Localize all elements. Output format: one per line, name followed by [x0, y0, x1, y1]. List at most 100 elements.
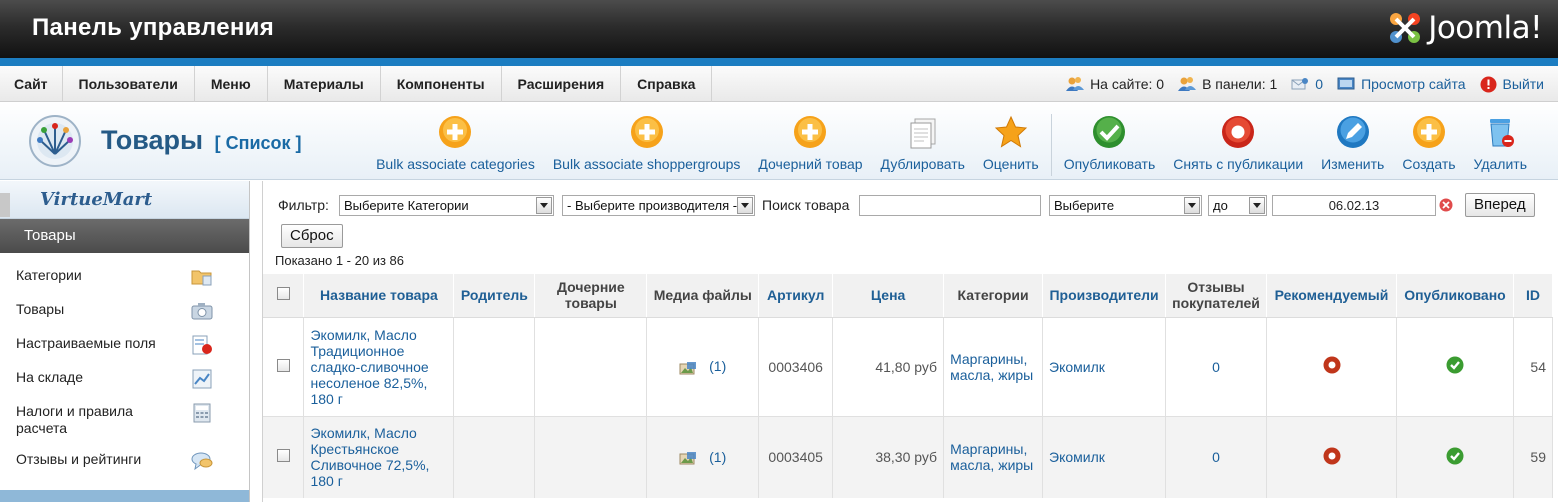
results-count: Показано 1 - 20 из 86: [275, 253, 404, 268]
col-name[interactable]: Название товара: [303, 274, 455, 318]
sidebar-item-custom-fields[interactable]: Настраиваемые поля: [0, 335, 249, 355]
duplicate-button[interactable]: Дублировать: [872, 114, 974, 176]
category-select[interactable]: Выберите Категории: [339, 195, 554, 216]
sidebar-next-section[interactable]: [0, 490, 249, 502]
category-link[interactable]: Маргарины, масла, жиры: [950, 441, 1033, 473]
folder-icon: [191, 270, 212, 286]
sku-cell: 0003405: [758, 416, 834, 498]
sidebar-item-reviews[interactable]: Отзывы и рейтинги: [0, 451, 249, 471]
check-icon: [1093, 116, 1126, 148]
date-range-select[interactable]: до: [1208, 195, 1267, 216]
product-name-link[interactable]: Экомилк, Масло Крестьянское Сливочное 72…: [310, 425, 429, 489]
sidebar-section-products[interactable]: Товары: [0, 219, 249, 253]
row-checkbox[interactable]: [276, 358, 290, 372]
on-site-text: На сайте: 0: [1090, 76, 1165, 92]
sidebar-item-stock[interactable]: На складе: [0, 369, 249, 389]
manufacturer-select-value: - Выберите производителя -: [567, 198, 738, 213]
col-manufacturers[interactable]: Производители: [1042, 274, 1167, 318]
menu-menus[interactable]: Меню: [195, 66, 268, 102]
id-cell: 59: [1513, 416, 1554, 498]
search-input[interactable]: [859, 195, 1041, 216]
manufacturer-link[interactable]: Экомилк: [1049, 449, 1105, 465]
rate-button[interactable]: Оценить: [974, 114, 1048, 176]
published-toggle-icon[interactable]: [1446, 356, 1464, 374]
published-toggle-icon[interactable]: [1446, 447, 1464, 465]
trash-icon: [1490, 119, 1515, 147]
select-all-cell: [263, 274, 305, 318]
col-parent[interactable]: Родитель: [453, 274, 536, 318]
virtuemart-product-icon: [29, 115, 81, 167]
reviews-link[interactable]: 0: [1212, 359, 1220, 375]
media-count-link[interactable]: (1): [709, 449, 726, 465]
col-id[interactable]: ID: [1513, 274, 1554, 318]
menu-site[interactable]: Сайт: [0, 66, 63, 102]
row-checkbox[interactable]: [276, 449, 290, 463]
category-link[interactable]: Маргарины, масла, жиры: [950, 351, 1033, 383]
virtuemart-logo: VirtueMart: [0, 181, 249, 219]
menu-extensions[interactable]: Расширения: [502, 66, 622, 102]
page-title-text: Товары: [101, 125, 204, 155]
reset-button[interactable]: Сброс: [281, 224, 343, 248]
sidebar-item-label: Категории: [16, 267, 82, 283]
joomla-logo-text: Joomla!: [1428, 10, 1542, 46]
messages-status[interactable]: 0: [1291, 76, 1323, 92]
fields-icon: [192, 335, 212, 355]
date-input[interactable]: 06.02.13: [1272, 195, 1436, 216]
logout-link[interactable]: Выйти: [1480, 76, 1544, 93]
bulk-categories-button[interactable]: Bulk associate categories: [367, 114, 544, 176]
media-cell: (1): [646, 317, 760, 417]
go-button[interactable]: Вперед: [1465, 193, 1535, 217]
menu-users[interactable]: Пользователи: [63, 66, 195, 102]
category-cell: Маргарины, масла, жиры: [943, 416, 1044, 498]
date-filter-select[interactable]: Выберите: [1049, 195, 1202, 216]
child-product-button[interactable]: Дочерний товар: [749, 114, 871, 176]
menu-content[interactable]: Материалы: [268, 66, 381, 102]
plus-icon: [1412, 116, 1445, 148]
pencil-icon: [1336, 116, 1369, 148]
view-site-text: Просмотр сайта: [1361, 76, 1466, 92]
edit-button[interactable]: Изменить: [1312, 114, 1393, 176]
chevron-down-icon: [737, 197, 753, 214]
admins-online-icon: [1178, 77, 1197, 91]
sidebar-item-taxes[interactable]: Налоги и правила расчета: [0, 403, 249, 437]
featured-toggle-icon[interactable]: [1323, 356, 1341, 374]
publish-button[interactable]: Опубликовать: [1055, 114, 1165, 176]
sidebar-item-categories[interactable]: Категории: [0, 267, 249, 287]
menu-components[interactable]: Компоненты: [381, 66, 502, 102]
sidebar-item-products[interactable]: Товары: [0, 301, 249, 321]
col-featured[interactable]: Рекомендуемый: [1266, 274, 1397, 318]
date-range-select-value: до: [1213, 198, 1228, 213]
media-cell: (1): [646, 416, 760, 498]
col-published[interactable]: Опубликовано: [1396, 274, 1514, 318]
media-count-link[interactable]: (1): [709, 358, 726, 374]
featured-toggle-icon[interactable]: [1323, 447, 1341, 465]
bulk-categories-label: Bulk associate categories: [376, 156, 535, 172]
virtuemart-logo-text: VirtueMart: [40, 189, 153, 210]
manufacturer-select[interactable]: - Выберите производителя -: [562, 195, 755, 216]
star-icon: [994, 115, 1027, 148]
parent-cell: [453, 416, 536, 498]
children-cell: [534, 317, 648, 417]
id-cell: 54: [1513, 317, 1554, 417]
calculator-icon: [193, 403, 211, 423]
reviews-link[interactable]: 0: [1212, 449, 1220, 465]
bulk-shoppergroups-button[interactable]: Bulk associate shoppergroups: [544, 114, 750, 176]
camera-icon: [191, 303, 213, 320]
menu-help[interactable]: Справка: [621, 66, 713, 102]
price-cell: 41,80 руб: [832, 317, 945, 417]
messages-count: 0: [1315, 76, 1324, 92]
delete-button[interactable]: Удалить: [1465, 114, 1536, 176]
joomla-logo[interactable]: Joomla!: [1386, 6, 1542, 50]
product-name-link[interactable]: Экомилк, Масло Традиционное сладко-сливо…: [310, 327, 428, 407]
copy-icon: [910, 118, 936, 149]
view-site-link[interactable]: Просмотр сайта: [1337, 76, 1466, 92]
col-price[interactable]: Цена: [832, 274, 945, 318]
sidebar-collapse-handle[interactable]: [0, 193, 10, 217]
toolbar-separator: [1050, 114, 1052, 176]
clear-date-icon[interactable]: [1439, 198, 1453, 212]
manufacturer-link[interactable]: Экомилк: [1049, 359, 1105, 375]
create-button[interactable]: Создать: [1393, 114, 1464, 176]
col-sku[interactable]: Артикул: [758, 274, 834, 318]
select-all-checkbox[interactable]: [276, 287, 290, 301]
unpublish-button[interactable]: Снять с публикации: [1164, 114, 1312, 176]
